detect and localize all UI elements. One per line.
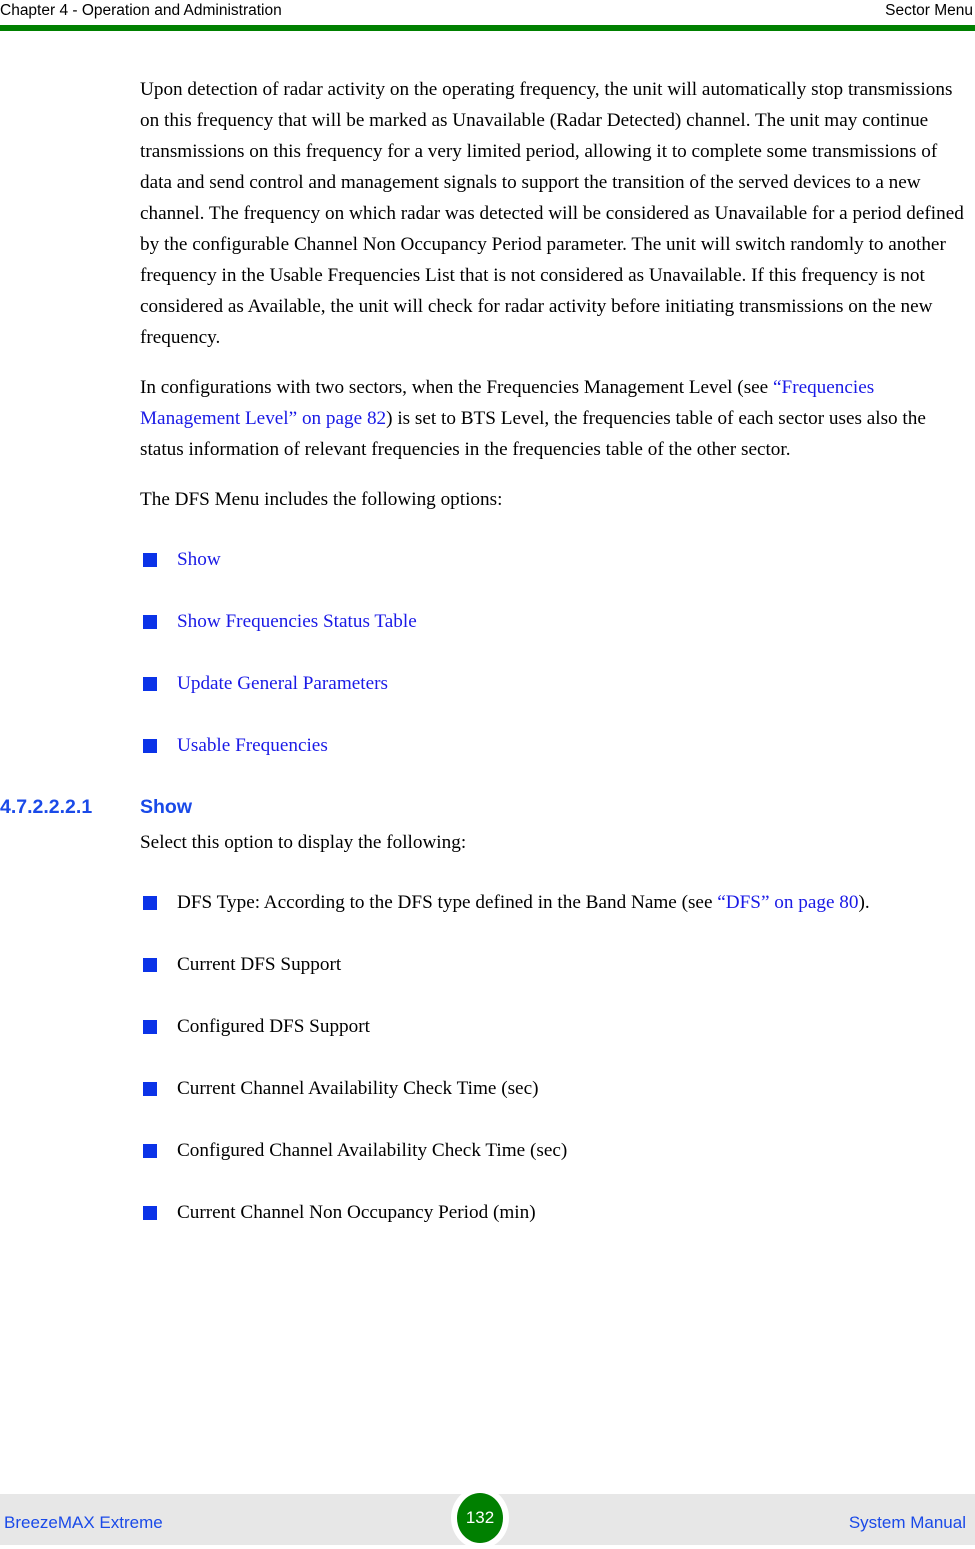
list-item: DFS Type: According to the DFS type defi… [143, 887, 975, 918]
show-display-items-list: DFS Type: According to the DFS type defi… [0, 887, 975, 1228]
list-item-label[interactable]: Update General Parameters [177, 673, 388, 694]
list-item[interactable]: Update General Parameters [143, 668, 975, 699]
list-item-label: Current Channel Non Occupancy Period (mi… [177, 1202, 536, 1223]
list-item: Current Channel Non Occupancy Period (mi… [143, 1197, 975, 1228]
list-item-text-before: DFS Type: According to the DFS type defi… [177, 892, 718, 913]
list-item[interactable]: Show [143, 544, 975, 575]
list-item: Current DFS Support [143, 949, 975, 980]
list-item: Configured Channel Availability Check Ti… [143, 1135, 975, 1166]
square-bullet-icon [143, 896, 157, 910]
list-item[interactable]: Show Frequencies Status Table [143, 606, 975, 637]
square-bullet-icon [143, 1082, 157, 1096]
page-content: Upon detection of radar activity on the … [0, 74, 975, 1228]
list-item-label[interactable]: Show Frequencies Status Table [177, 611, 417, 632]
section-heading-show: 4.7.2.2.2.1 Show [0, 794, 975, 820]
list-item-label[interactable]: Usable Frequencies [177, 735, 328, 756]
list-item-label[interactable]: Show [177, 549, 221, 570]
square-bullet-icon [143, 739, 157, 753]
list-item-label: Configured DFS Support [177, 1016, 370, 1037]
page-footer: BreezeMAX Extreme 132 System Manual [0, 1487, 975, 1549]
square-bullet-icon [143, 1206, 157, 1220]
list-item[interactable]: Usable Frequencies [143, 730, 975, 761]
list-item-label: Configured Channel Availability Check Ti… [177, 1140, 568, 1161]
paragraph-show-intro: Select this option to display the follow… [140, 832, 467, 853]
square-bullet-icon [143, 1144, 157, 1158]
paragraph-dfs-menu-intro: The DFS Menu includes the following opti… [140, 489, 503, 510]
page-number: 132 [465, 1507, 495, 1527]
dfs-menu-options-list: Show Show Frequencies Status Table Updat… [0, 544, 975, 761]
link-dfs-page-80[interactable]: “DFS” on page 80 [717, 892, 858, 913]
square-bullet-icon [143, 553, 157, 567]
section-number: 4.7.2.2.2.1 [0, 796, 93, 818]
square-bullet-icon [143, 1020, 157, 1034]
running-header: Chapter 4 - Operation and Administration… [0, 0, 975, 25]
list-item: Current Channel Availability Check Time … [143, 1073, 975, 1104]
square-bullet-icon [143, 958, 157, 972]
list-item-label: Current DFS Support [177, 954, 342, 975]
paragraph-two-sectors: In configurations with two sectors, when… [140, 372, 972, 465]
header-divider-rule [0, 25, 975, 31]
header-chapter-title: Chapter 4 - Operation and Administration [0, 2, 282, 19]
paragraph-two-sectors-text-before: In configurations with two sectors, when… [140, 377, 773, 398]
footer-product-name: BreezeMAX Extreme [4, 1513, 163, 1532]
page-number-disc: 132 [457, 1493, 503, 1543]
page-number-badge: 132 [451, 1487, 509, 1549]
footer-document-title: System Manual [848, 1513, 966, 1532]
list-item-label: Current Channel Availability Check Time … [177, 1078, 539, 1099]
paragraph-radar-detection: Upon detection of radar activity on the … [140, 79, 964, 348]
list-item-text-after: ). [858, 892, 870, 913]
square-bullet-icon [143, 677, 157, 691]
header-section-title: Sector Menu [885, 2, 973, 19]
square-bullet-icon [143, 615, 157, 629]
section-title: Show [140, 796, 192, 818]
list-item: Configured DFS Support [143, 1011, 975, 1042]
